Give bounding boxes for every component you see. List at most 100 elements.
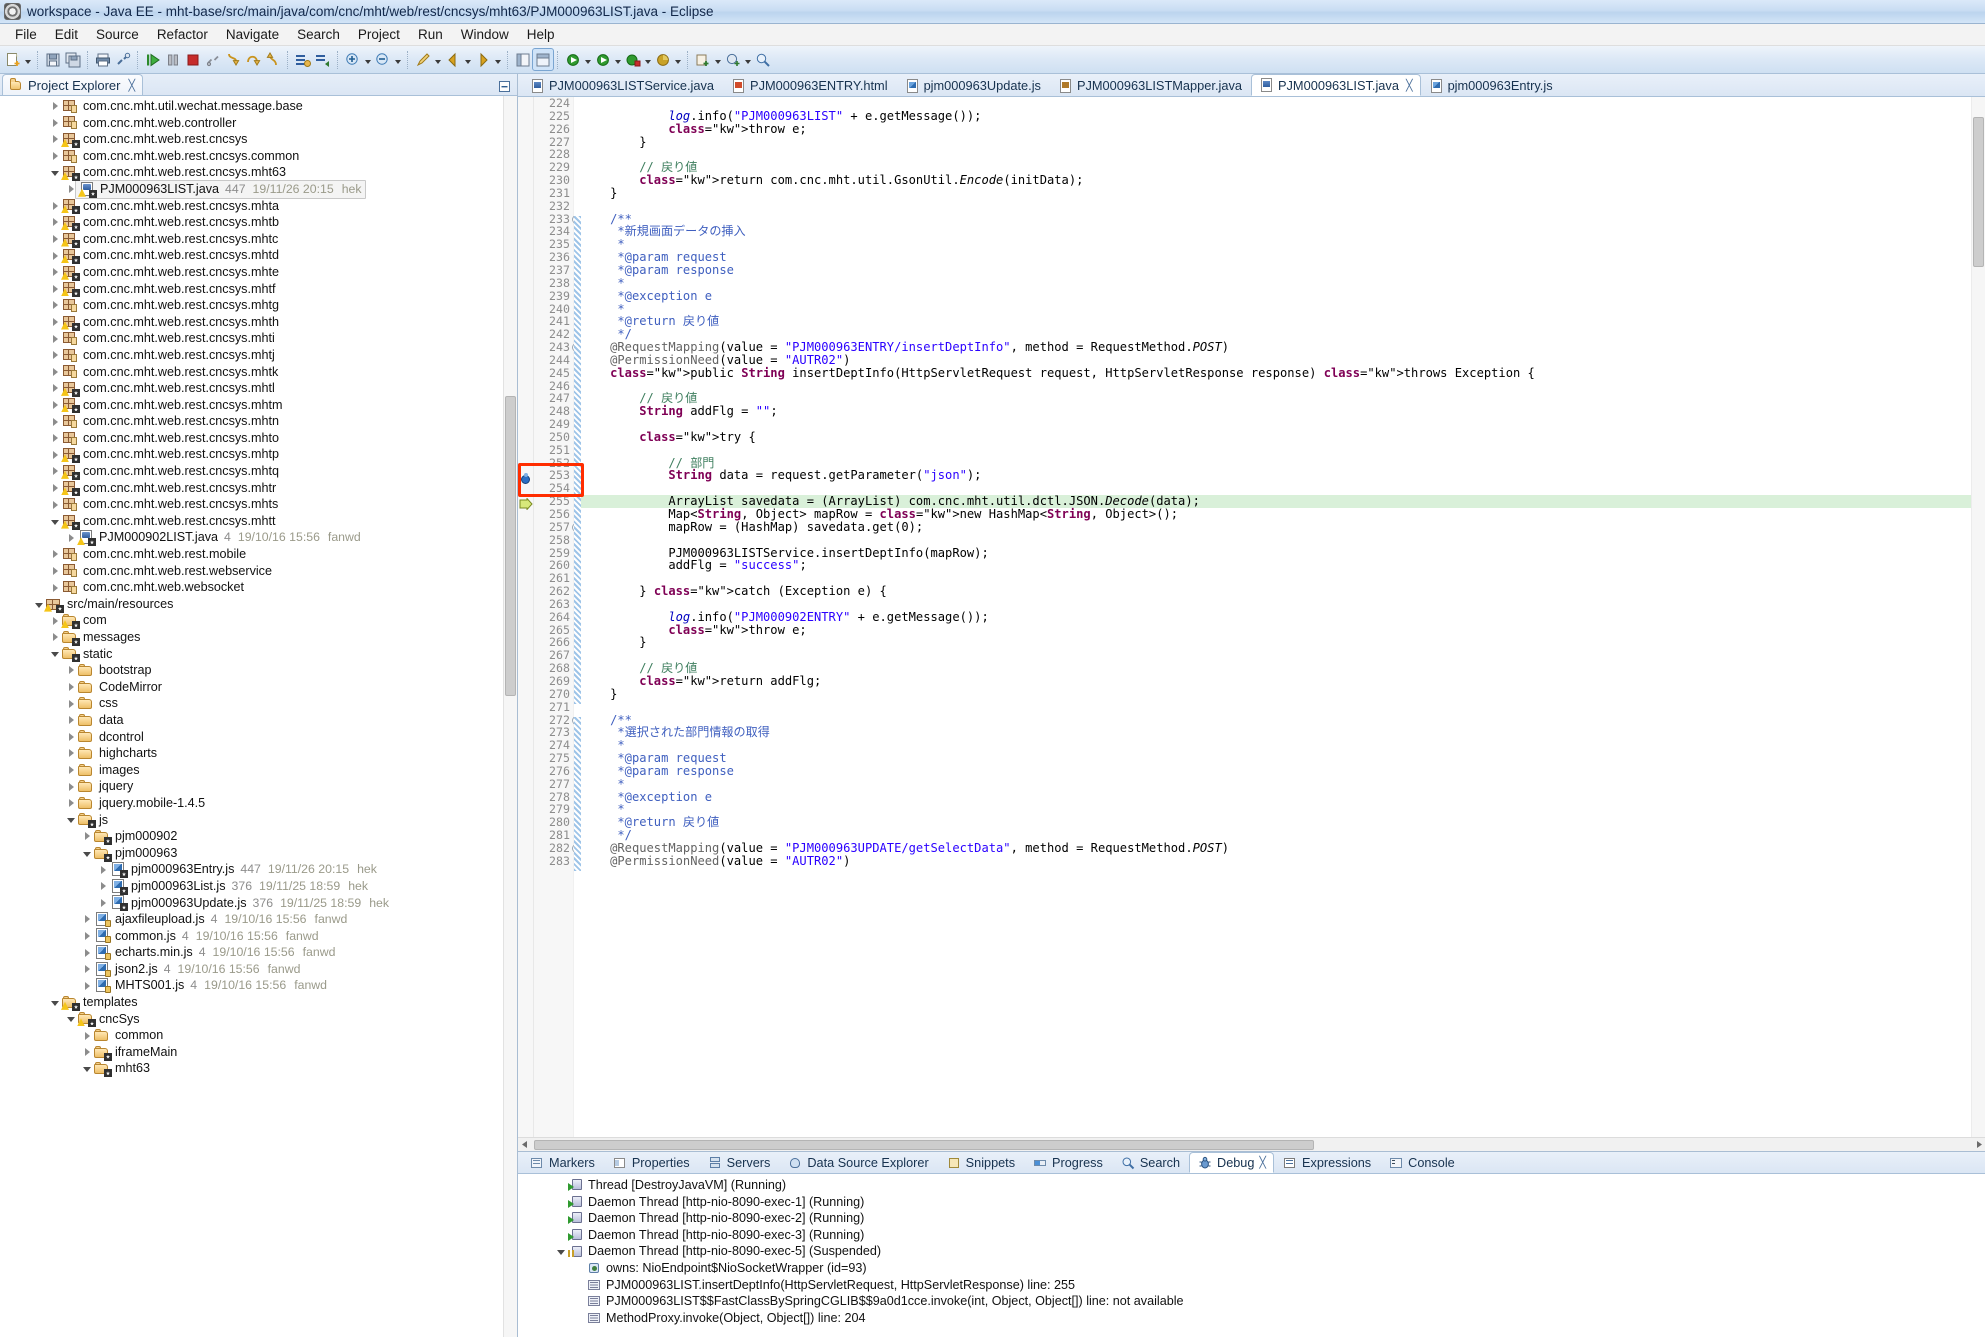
- editor-body[interactable]: 224 225 226 227 228 229 230 231 232 233 234 235 236 2…: [518, 97, 1985, 1137]
- disconnect-icon[interactable]: [203, 49, 223, 70]
- chevron-down-icon[interactable]: [23, 49, 33, 70]
- chevron-right-icon[interactable]: [80, 932, 94, 940]
- step-return-icon[interactable]: [263, 49, 283, 70]
- tree-item[interactable]: com.cnc.mht.web.rest.cncsys.mhts: [0, 496, 517, 513]
- chevron-right-icon[interactable]: [96, 882, 110, 890]
- tree-item[interactable]: PJM000902LIST.java 4 19/10/16 15:56 fanwd: [0, 529, 517, 547]
- editor-tab-pjm000963listmapper-java[interactable]: PJM000963LISTMapper.java: [1050, 74, 1251, 96]
- chevron-right-icon[interactable]: [64, 749, 78, 757]
- chevron-right-icon[interactable]: [48, 318, 62, 326]
- tree-item[interactable]: com.cnc.mht.web.rest.cncsys.mhtm: [0, 397, 517, 414]
- collapse-all-icon[interactable]: [495, 77, 513, 95]
- tree-item[interactable]: css: [0, 695, 517, 712]
- chevron-right-icon[interactable]: [96, 866, 110, 874]
- chevron-down-icon[interactable]: [48, 999, 62, 1006]
- menu-item-run[interactable]: Run: [409, 25, 452, 44]
- menu-item-project[interactable]: Project: [349, 25, 409, 44]
- menu-item-search[interactable]: Search: [288, 25, 349, 44]
- chevron-down-icon[interactable]: [48, 650, 62, 657]
- tree-item[interactable]: pjm000902: [0, 828, 517, 845]
- chevron-right-icon[interactable]: [48, 135, 62, 143]
- chevron-down-icon[interactable]: [613, 49, 623, 70]
- tree-item[interactable]: PJM000963LIST.java 447 19/11/26 20:15 hek: [0, 179, 517, 199]
- tree-item[interactable]: com.cnc.mht.web.rest.cncsys.mhtf: [0, 281, 517, 298]
- chevron-right-icon[interactable]: [48, 268, 62, 276]
- tree-item[interactable]: com.cnc.mht.web.rest.cncsys.mhtr: [0, 480, 517, 497]
- chevron-right-icon[interactable]: [48, 501, 62, 509]
- bottom-tab-debug[interactable]: Debug ╳: [1189, 1152, 1275, 1173]
- chevron-down-icon[interactable]: [554, 1248, 568, 1255]
- chevron-right-icon[interactable]: [80, 1048, 94, 1056]
- tree-item[interactable]: MHTS001.js 4 19/10/16 15:56 fanwd: [0, 977, 517, 994]
- chevron-down-icon[interactable]: [363, 49, 373, 70]
- bottom-tab-servers[interactable]: Servers: [699, 1152, 780, 1173]
- chevron-right-icon[interactable]: [80, 982, 94, 990]
- tree-item[interactable]: cncSys: [0, 1011, 517, 1028]
- chevron-right-icon[interactable]: [48, 384, 62, 392]
- menu-item-help[interactable]: Help: [518, 25, 564, 44]
- chevron-right-icon[interactable]: [48, 617, 62, 625]
- menu-item-edit[interactable]: Edit: [46, 25, 87, 44]
- search-icon[interactable]: [753, 49, 773, 70]
- bottom-tab-markers[interactable]: Markers: [521, 1152, 604, 1173]
- bottom-tab-progress[interactable]: Progress: [1024, 1152, 1112, 1173]
- tree-item[interactable]: com.cnc.mht.web.rest.webservice: [0, 563, 517, 580]
- bottom-tab-expressions[interactable]: Expressions: [1274, 1152, 1380, 1173]
- tree-item[interactable]: images: [0, 762, 517, 779]
- debug-tree-item[interactable]: Daemon Thread [http-nio-8090-exec-3] (Ru…: [518, 1227, 1985, 1244]
- suspend-icon[interactable]: [163, 49, 183, 70]
- bottom-tab-snippets[interactable]: Snippets: [938, 1152, 1024, 1173]
- editor-tab-pjm000963update-js[interactable]: pjm000963Update.js: [897, 74, 1050, 96]
- save-all-icon[interactable]: [63, 49, 83, 70]
- chevron-right-icon[interactable]: [48, 119, 62, 127]
- close-icon[interactable]: ╳: [1406, 79, 1413, 92]
- tree-item[interactable]: static: [0, 646, 517, 663]
- chevron-right-icon[interactable]: [48, 202, 62, 210]
- debug-tree-item[interactable]: Daemon Thread [http-nio-8090-exec-2] (Ru…: [518, 1210, 1985, 1227]
- menu-item-refactor[interactable]: Refactor: [148, 25, 217, 44]
- chevron-right-icon[interactable]: [48, 152, 62, 160]
- chevron-down-icon[interactable]: [743, 49, 753, 70]
- step-over-icon[interactable]: [243, 49, 263, 70]
- chevron-down-icon[interactable]: [32, 601, 46, 608]
- chevron-down-icon[interactable]: [643, 49, 653, 70]
- editor-tab-pjm000963entry-js[interactable]: pjm000963Entry.js: [1421, 74, 1562, 96]
- chevron-right-icon[interactable]: [48, 368, 62, 376]
- resume-icon[interactable]: [143, 49, 163, 70]
- chevron-down-icon[interactable]: [64, 816, 78, 823]
- chevron-right-icon[interactable]: [64, 716, 78, 724]
- javaee-perspective-icon[interactable]: [532, 48, 554, 71]
- open-task-icon[interactable]: [313, 49, 333, 70]
- tree-item[interactable]: messages: [0, 629, 517, 646]
- chevron-right-icon[interactable]: [48, 467, 62, 475]
- editor-tab-pjm000963list-java[interactable]: PJM000963LIST.java ╳: [1251, 74, 1421, 96]
- scroll-left-arrow[interactable]: [518, 1138, 532, 1151]
- tree-item[interactable]: common.js 4 19/10/16 15:56 fanwd: [0, 928, 517, 945]
- chevron-right-icon[interactable]: [64, 766, 78, 774]
- debug-tree-item[interactable]: Thread [DestroyJavaVM] (Running): [518, 1177, 1985, 1194]
- next-annotation-icon[interactable]: [343, 49, 363, 70]
- scroll-right-arrow[interactable]: [1971, 1138, 1985, 1151]
- chevron-right-icon[interactable]: [80, 965, 94, 973]
- menu-item-navigate[interactable]: Navigate: [217, 25, 288, 44]
- debug-tree-item[interactable]: PJM000963LIST$$FastClassBySpringCGLIB$$9…: [518, 1293, 1985, 1310]
- forward-icon[interactable]: [473, 49, 493, 70]
- run-external-icon[interactable]: [623, 49, 643, 70]
- scrollbar-thumb[interactable]: [1973, 117, 1984, 267]
- tree-item[interactable]: com.cnc.mht.web.rest.cncsys.mhth: [0, 314, 517, 331]
- chevron-right-icon[interactable]: [80, 832, 94, 840]
- editor-marker-bar[interactable]: [518, 97, 534, 1137]
- editor-tab-pjm000963listservice-java[interactable]: PJM000963LISTService.java: [522, 74, 723, 96]
- chevron-right-icon[interactable]: [48, 550, 62, 558]
- tree-item[interactable]: json2.js 4 19/10/16 15:56 fanwd: [0, 961, 517, 978]
- tree-item[interactable]: highcharts: [0, 745, 517, 762]
- chevron-right-icon[interactable]: [48, 418, 62, 426]
- open-type-icon[interactable]: [293, 49, 313, 70]
- tree-item[interactable]: com.cnc.mht.web.rest.cncsys: [0, 131, 517, 148]
- tree-item[interactable]: com.cnc.mht.web.rest.cncsys.mhtb: [0, 214, 517, 231]
- chevron-down-icon[interactable]: [673, 49, 683, 70]
- tree-item[interactable]: com.cnc.mht.web.rest.cncsys.mhta: [0, 198, 517, 215]
- chevron-right-icon[interactable]: [48, 235, 62, 243]
- print-icon[interactable]: [93, 49, 113, 70]
- tree-item[interactable]: iframeMain: [0, 1044, 517, 1061]
